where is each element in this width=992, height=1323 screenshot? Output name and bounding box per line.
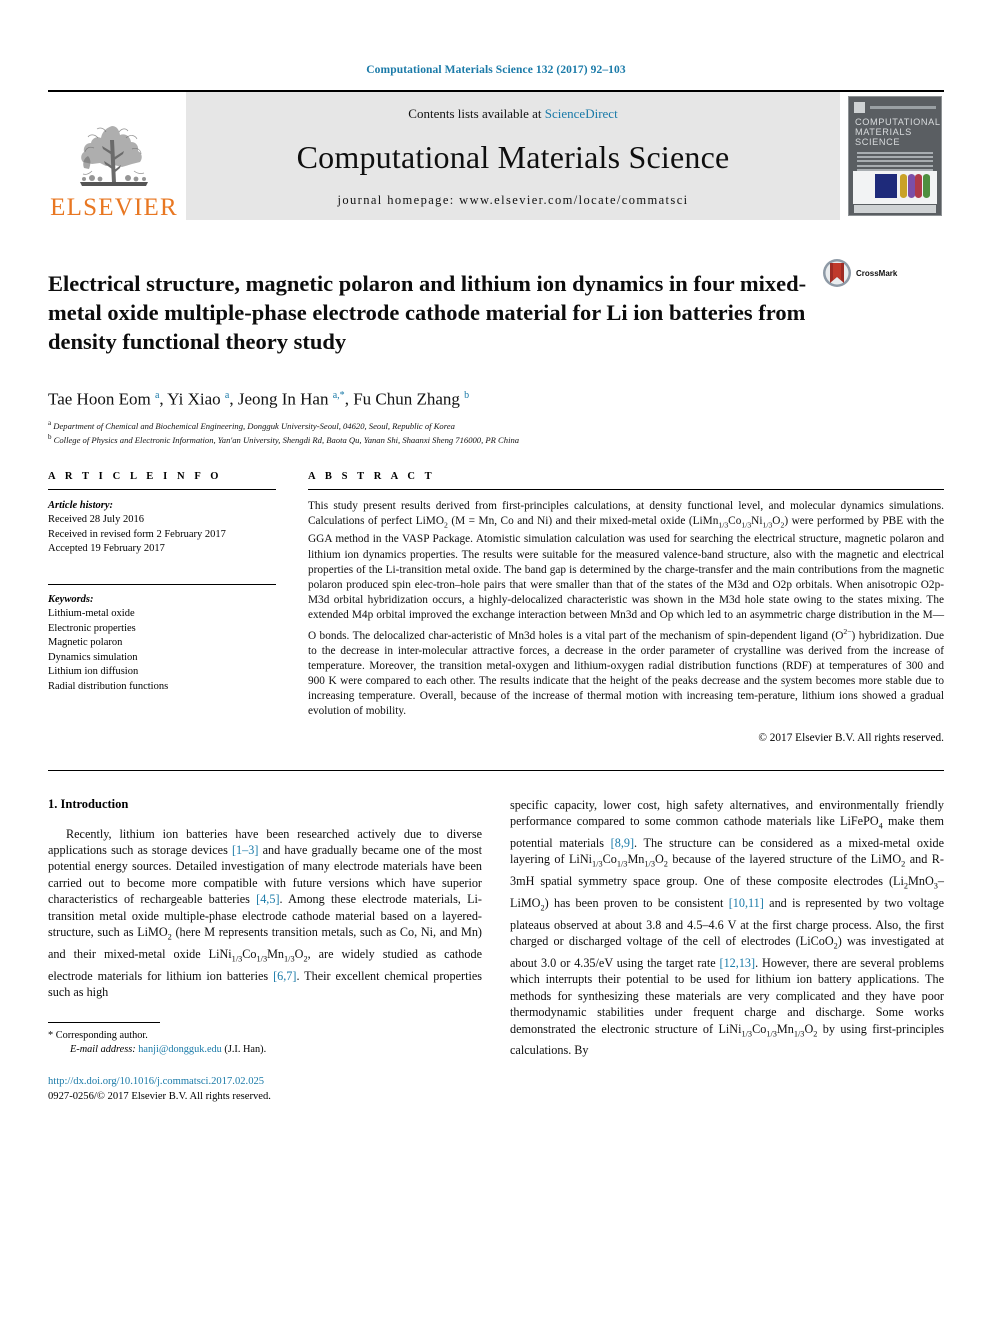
doi-link[interactable]: http://dx.doi.org/10.1016/j.commatsci.20… bbox=[48, 1075, 482, 1090]
journal-band: Contents lists available at ScienceDirec… bbox=[186, 92, 840, 220]
article-history-item: Received in revised form 2 February 2017 bbox=[48, 528, 226, 540]
abstract-rule bbox=[308, 488, 944, 490]
author-list: Tae Hoon Eom a, Yi Xiao a, Jeong In Han … bbox=[48, 389, 470, 409]
page-title: Electrical structure, magnetic polaron a… bbox=[48, 271, 807, 355]
info-abstract-region: A R T I C L E I N F O Article history: R… bbox=[48, 471, 944, 744]
title-area: Electrical structure, magnetic polaron a… bbox=[48, 254, 944, 371]
body-column-right: specific capacity, lower cost, high safe… bbox=[510, 797, 944, 1105]
keyword-item: Radial distribution functions bbox=[48, 680, 169, 692]
keyword-item: Electronic properties bbox=[48, 622, 136, 634]
journal-article-page: Computational Materials Science 132 (201… bbox=[0, 0, 992, 1323]
keyword-item: Dynamics simulation bbox=[48, 651, 138, 663]
body-columns: 1. Introduction Recently, lithium ion ba… bbox=[48, 797, 944, 1105]
affiliations: a Department of Chemical and Biochemical… bbox=[48, 418, 944, 447]
cover-title-line2: MATERIALS bbox=[855, 127, 912, 137]
body-separator-rule bbox=[48, 769, 944, 771]
corresponding-marker: * bbox=[48, 1030, 54, 1042]
cover-artwork bbox=[853, 171, 937, 204]
article-info-block: A R T I C L E I N F O Article history: R… bbox=[48, 471, 276, 744]
footnote-rule bbox=[48, 1022, 160, 1024]
cover-elsevier-mark bbox=[854, 101, 865, 113]
intro-paragraph-left: Recently, lithium ion batteries have bee… bbox=[48, 826, 482, 1000]
issn-copyright-line: 0927-0256/© 2017 Elsevier B.V. All right… bbox=[48, 1090, 271, 1102]
article-history-item: Received 28 July 2016 bbox=[48, 514, 144, 526]
abstract-block: A B S T R A C T This study present resul… bbox=[308, 471, 944, 744]
footnote-block: * Corresponding author. E-mail address: … bbox=[48, 1022, 482, 1104]
article-info-rule bbox=[48, 488, 276, 490]
corresponding-label: Corresponding author. bbox=[55, 1030, 148, 1042]
affiliation-a-text: Department of Chemical and Biochemical E… bbox=[53, 420, 455, 431]
journal-cover-thumbnail[interactable]: COMPUTATIONAL MATERIALS SCIENCE bbox=[846, 92, 944, 220]
cover-bottom-bar bbox=[854, 205, 936, 213]
abstract-text: This study present results derived from … bbox=[308, 499, 944, 720]
section-heading-introduction: 1. Introduction bbox=[48, 796, 129, 811]
intro-paragraph-right: specific capacity, lower cost, high safe… bbox=[510, 797, 945, 1058]
keyword-item: Magnetic polaron bbox=[48, 637, 123, 649]
abstract-paragraph: This study present results derived from … bbox=[308, 499, 945, 718]
contents-lists-prefix: Contents lists available at bbox=[408, 106, 545, 121]
crossmark-badge[interactable]: CrossMark bbox=[822, 258, 897, 288]
journal-homepage-line[interactable]: journal homepage: www.elsevier.com/locat… bbox=[337, 193, 688, 208]
affiliation-a: a Department of Chemical and Biochemical… bbox=[48, 418, 455, 431]
email-link[interactable]: hanji@dongguk.edu bbox=[138, 1044, 222, 1055]
crossmark-label: CrossMark bbox=[856, 268, 898, 278]
sciencedirect-link[interactable]: ScienceDirect bbox=[545, 106, 618, 121]
cover-title: COMPUTATIONAL MATERIALS SCIENCE bbox=[855, 117, 941, 147]
elsevier-tree-icon bbox=[80, 126, 148, 186]
email-suffix: (J.I. Han). bbox=[224, 1044, 267, 1056]
journal-masthead: ELSEVIER Contents lists available at Sci… bbox=[48, 90, 944, 220]
keyword-item: Lithium-metal oxide bbox=[48, 608, 135, 620]
affiliation-b-text: College of Physics and Electronic Inform… bbox=[53, 435, 520, 446]
running-head: Computational Materials Science 132 (201… bbox=[366, 64, 626, 76]
article-history-item: Accepted 19 February 2017 bbox=[48, 543, 165, 555]
doi-block: http://dx.doi.org/10.1016/j.commatsci.20… bbox=[48, 1075, 482, 1104]
cover-title-line1: COMPUTATIONAL bbox=[855, 117, 941, 127]
email-label: E-mail address: bbox=[70, 1044, 136, 1056]
cover-top-text bbox=[870, 105, 936, 109]
article-info-heading: A R T I C L E I N F O bbox=[48, 470, 223, 482]
cover-title-line3: SCIENCE bbox=[855, 137, 901, 147]
copyright-line: © 2017 Elsevier B.V. All rights reserved… bbox=[758, 731, 944, 744]
article-history-label: Article history: bbox=[48, 499, 114, 511]
cover-author-lines bbox=[857, 152, 933, 173]
journal-title: Computational Materials Science bbox=[296, 139, 730, 175]
elsevier-logo: ELSEVIER bbox=[48, 92, 180, 220]
affiliation-b: b College of Physics and Electronic Info… bbox=[48, 433, 520, 446]
body-column-left: 1. Introduction Recently, lithium ion ba… bbox=[48, 797, 482, 1105]
contents-lists-line: Contents lists available at ScienceDirec… bbox=[408, 106, 617, 122]
crossmark-icon bbox=[823, 259, 851, 287]
keyword-item: Lithium ion diffusion bbox=[48, 666, 139, 678]
keywords-label: Keywords: bbox=[48, 593, 94, 605]
abstract-heading: A B S T R A C T bbox=[308, 470, 436, 482]
email-note: E-mail address: hanji@dongguk.edu (J.I. … bbox=[48, 1043, 482, 1057]
corresponding-author-note: * Corresponding author. bbox=[48, 1029, 482, 1043]
elsevier-wordmark: ELSEVIER bbox=[50, 194, 178, 221]
keywords-rule bbox=[48, 583, 276, 585]
